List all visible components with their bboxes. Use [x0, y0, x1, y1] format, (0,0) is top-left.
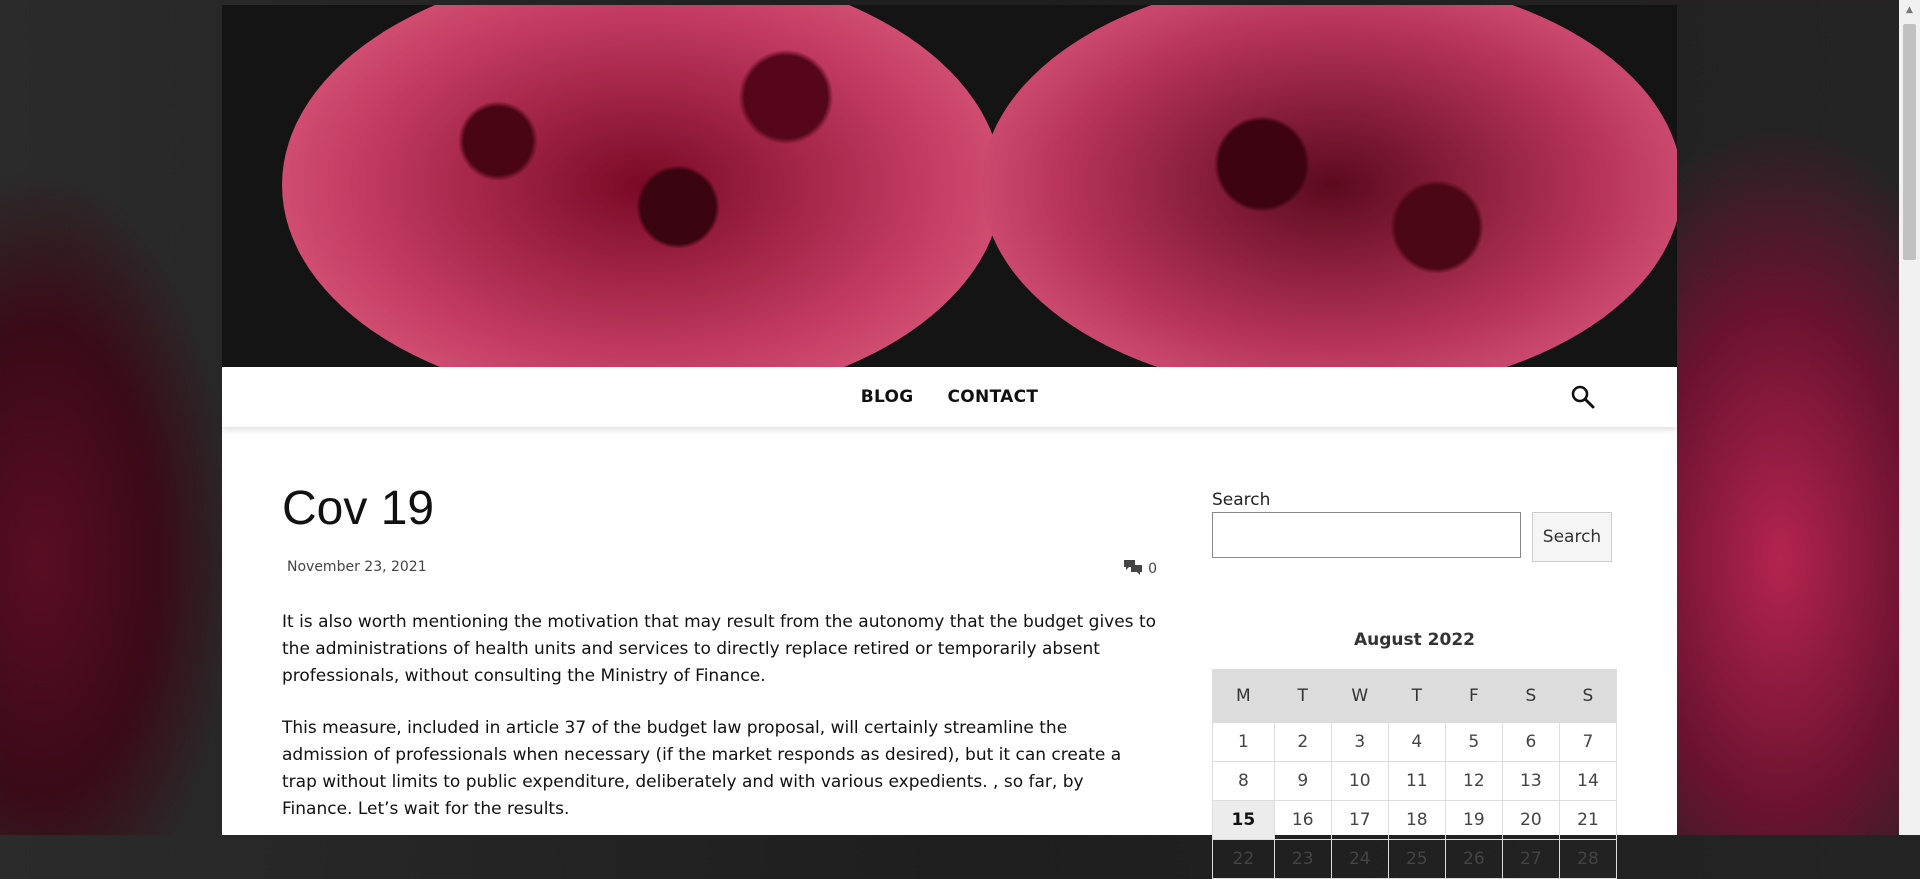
pomegranate-half-left	[282, 5, 1002, 367]
calendar-widget: August 2022 M T W T F S S 1 2 3 4 5 6 7 …	[1212, 625, 1618, 879]
calendar-day[interactable]: 2	[1273, 722, 1332, 762]
weekday-header: M	[1212, 669, 1275, 723]
search-button[interactable]: Search	[1532, 512, 1612, 562]
calendar-weekday-row: M T W T F S S	[1212, 669, 1618, 723]
sidebar: Search Search August 2022 M T W T F S S	[1212, 485, 1618, 879]
calendar-day[interactable]: 21	[1558, 800, 1618, 840]
calendar-day[interactable]: 16	[1273, 800, 1332, 840]
nav-link-contact[interactable]: CONTACT	[948, 387, 1039, 407]
calendar-day[interactable]: 17	[1330, 800, 1389, 840]
scroll-up-arrow-icon[interactable]: ▲	[1899, 0, 1920, 20]
calendar-day[interactable]: 6	[1501, 722, 1560, 762]
page-container: BLOG CONTACT Cov 19 November 23, 2021 0	[222, 5, 1677, 879]
calendar-day[interactable]: 27	[1501, 839, 1560, 879]
calendar-week-row: 15 16 17 18 19 20 21	[1212, 800, 1618, 840]
page-scrollbar[interactable]: ▲	[1899, 0, 1920, 835]
weekday-header: S	[1558, 669, 1618, 723]
search-icon[interactable]	[1570, 384, 1596, 410]
calendar-day[interactable]: 11	[1387, 761, 1446, 801]
weekday-header: S	[1501, 669, 1560, 723]
calendar-week-row: 22 23 24 25 26 27 28	[1212, 839, 1618, 879]
calendar-caption: August 2022	[1353, 630, 1475, 650]
weekday-header: T	[1387, 669, 1446, 723]
calendar-day[interactable]: 9	[1273, 761, 1332, 801]
weekday-header: W	[1330, 669, 1389, 723]
post-paragraph: This measure, included in article 37 of …	[282, 718, 1122, 819]
calendar-day[interactable]: 20	[1501, 800, 1560, 840]
calendar-day-today[interactable]: 15	[1212, 800, 1275, 840]
search-input[interactable]	[1212, 512, 1521, 558]
calendar-day[interactable]: 25	[1387, 839, 1446, 879]
calendar-day[interactable]: 1	[1212, 722, 1275, 762]
calendar-day[interactable]: 26	[1444, 839, 1503, 879]
calendar-day[interactable]: 28	[1558, 839, 1618, 879]
calendar-day[interactable]: 22	[1212, 839, 1275, 879]
comments-icon	[1123, 559, 1143, 579]
post-content: Cov 19 November 23, 2021 0 It is also wo…	[282, 485, 1157, 823]
search-label: Search	[1212, 490, 1271, 510]
post-meta: November 23, 2021 0	[282, 559, 1157, 583]
calendar-day[interactable]: 13	[1501, 761, 1560, 801]
calendar-day[interactable]: 12	[1444, 761, 1503, 801]
post-date[interactable]: November 23, 2021	[287, 559, 427, 575]
post-paragraph: It is also worth mentioning the motivati…	[282, 612, 1157, 686]
calendar-day[interactable]: 18	[1387, 800, 1446, 840]
calendar-day[interactable]: 19	[1444, 800, 1503, 840]
nav-menu: BLOG CONTACT	[222, 367, 1677, 427]
header-image	[222, 5, 1677, 367]
comments-link[interactable]: 0	[1123, 559, 1157, 579]
calendar-day[interactable]: 23	[1273, 839, 1332, 879]
scrollbar-thumb[interactable]	[1903, 24, 1916, 260]
weekday-header: T	[1273, 669, 1332, 723]
calendar-day[interactable]: 4	[1387, 722, 1446, 762]
calendar-day[interactable]: 7	[1558, 722, 1618, 762]
weekday-header: F	[1444, 669, 1503, 723]
comment-count: 0	[1148, 561, 1157, 577]
calendar-week-row: 1 2 3 4 5 6 7	[1212, 722, 1618, 762]
calendar-week-row: 8 9 10 11 12 13 14	[1212, 761, 1618, 801]
calendar-day[interactable]: 10	[1330, 761, 1389, 801]
search-widget: Search Search	[1212, 490, 1617, 562]
calendar-day[interactable]: 5	[1444, 722, 1503, 762]
pomegranate-half-right	[982, 5, 1677, 367]
calendar-day[interactable]: 24	[1330, 839, 1389, 879]
search-form: Search	[1212, 512, 1617, 562]
calendar-day[interactable]: 3	[1330, 722, 1389, 762]
calendar-day[interactable]: 14	[1558, 761, 1618, 801]
nav-link-blog[interactable]: BLOG	[861, 387, 914, 407]
post-title[interactable]: Cov 19	[282, 485, 1157, 533]
main-navigation: BLOG CONTACT	[222, 367, 1677, 427]
calendar-day[interactable]: 8	[1212, 761, 1275, 801]
calendar-table: M T W T F S S 1 2 3 4 5 6 7 8 9 10 11 12…	[1212, 669, 1618, 879]
